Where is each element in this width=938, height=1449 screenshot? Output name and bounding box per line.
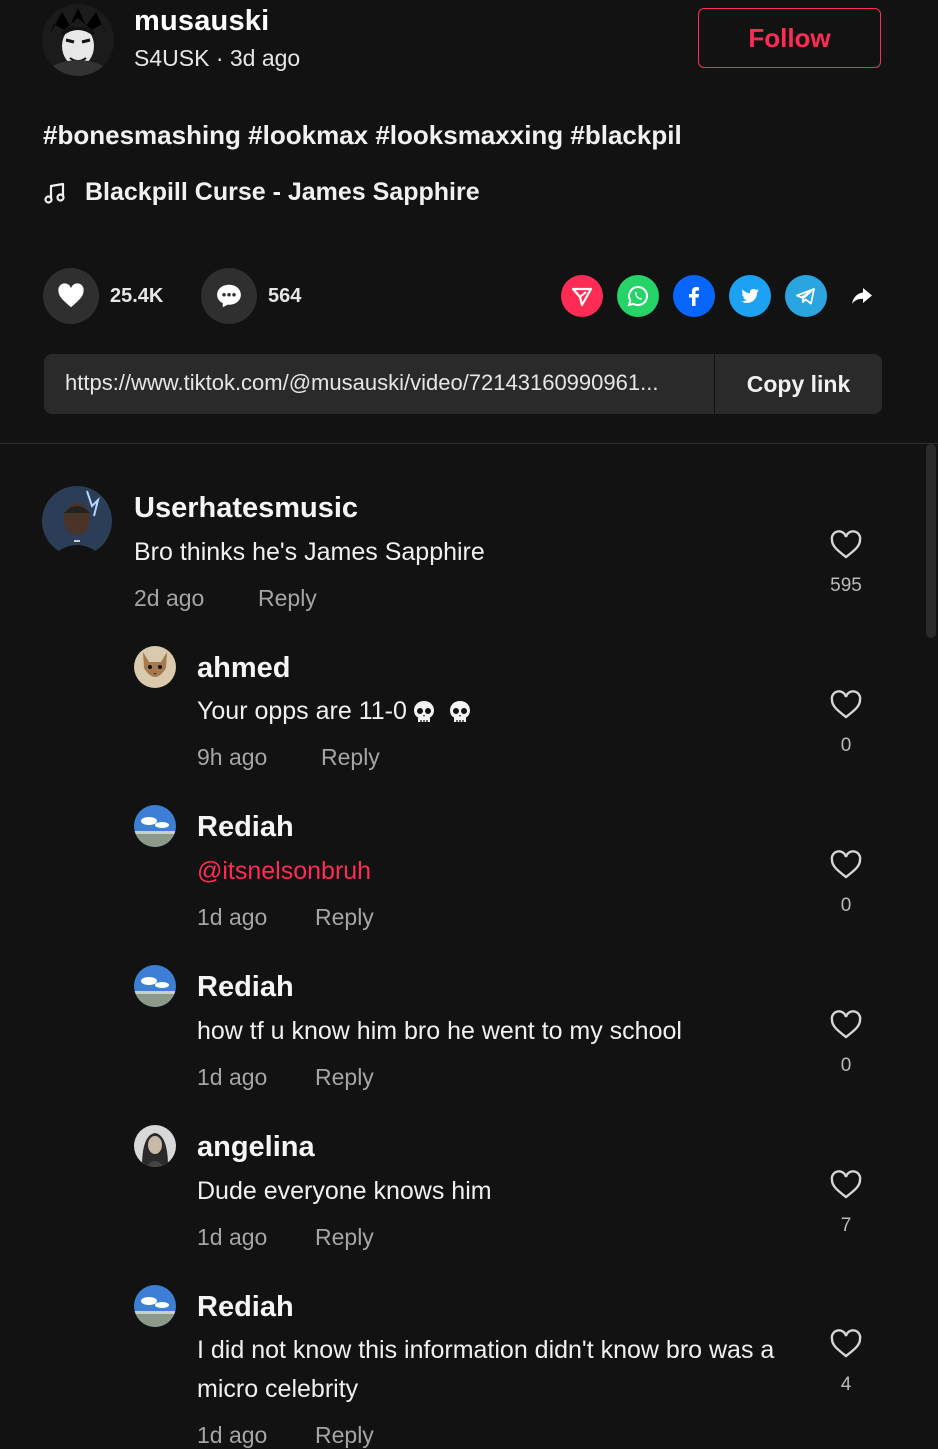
author-avatar[interactable]: [42, 4, 114, 76]
comment-username[interactable]: Userhatesmusic: [134, 492, 358, 525]
comment-button[interactable]: [201, 268, 257, 324]
reply-button[interactable]: Reply: [321, 744, 380, 771]
music-link[interactable]: Blackpill Curse - James Sapphire: [43, 178, 480, 207]
comment-like-count: 7: [840, 1215, 852, 1236]
comment-icon: [217, 284, 241, 308]
post-caption[interactable]: #bonesmashing #lookmax #looksmaxxing #bl…: [43, 120, 682, 151]
reply-button[interactable]: Reply: [315, 1422, 374, 1449]
comment-username[interactable]: Rediah: [197, 971, 294, 1004]
comment-username[interactable]: ahmed: [197, 652, 290, 685]
skull-emoji-icon: [449, 701, 470, 723]
comment-username[interactable]: Rediah: [197, 811, 294, 844]
comment-like-count: 0: [840, 735, 852, 756]
comment-username[interactable]: Rediah: [197, 1291, 294, 1324]
author-meta: S4USK · 3d ago: [134, 45, 301, 71]
comments-scrollbar[interactable]: [926, 444, 936, 638]
comment-username[interactable]: angelina: [197, 1131, 315, 1164]
skull-emoji-icon: [413, 701, 434, 723]
comment-avatar[interactable]: [134, 805, 176, 847]
music-title: Blackpill Curse - James Sapphire: [85, 178, 480, 206]
comment-time: 2d ago: [134, 585, 205, 611]
follow-button[interactable]: Follow: [698, 8, 881, 68]
comment-time: 1d ago: [197, 904, 268, 930]
heart-outline-icon[interactable]: [829, 689, 863, 721]
comment-mention[interactable]: @itsnelsonbruh: [197, 852, 371, 891]
heart-icon: [58, 283, 84, 308]
whatsapp-icon[interactable]: [617, 275, 659, 317]
comment-avatar[interactable]: [134, 1285, 176, 1327]
comment-avatar[interactable]: [134, 965, 176, 1007]
author-name[interactable]: musauski: [134, 5, 269, 38]
heart-outline-icon[interactable]: [829, 529, 863, 561]
comment-time: 9h ago: [197, 744, 268, 770]
copy-link-button[interactable]: Copy link: [715, 354, 882, 414]
video-link-url[interactable]: https://www.tiktok.com/@musauski/video/7…: [65, 370, 710, 396]
reply-button[interactable]: Reply: [258, 585, 317, 612]
like-button[interactable]: [43, 268, 99, 324]
comment-like-count: 0: [840, 895, 852, 916]
comment-like-count: 0: [840, 1055, 852, 1076]
comment-text: Your opps are 11-0: [197, 697, 407, 725]
heart-outline-icon[interactable]: [829, 1169, 863, 1201]
reply-button[interactable]: Reply: [315, 1224, 374, 1251]
comment-count: 564: [268, 285, 302, 307]
telegram-icon[interactable]: [785, 275, 827, 317]
like-count: 25.4K: [110, 285, 164, 307]
comment-text: I did not know this information didn't k…: [197, 1336, 775, 1403]
twitter-icon[interactable]: [729, 275, 771, 317]
heart-outline-icon[interactable]: [829, 849, 863, 881]
comment-text: Dude everyone knows him: [197, 1177, 492, 1205]
comment-text: Bro thinks he's James Sapphire: [134, 538, 485, 566]
share-arrow-icon[interactable]: [841, 275, 883, 317]
comment-text: how tf u know him bro he went to my scho…: [197, 1017, 682, 1045]
comment-like-count: 4: [840, 1374, 852, 1395]
comment-avatar[interactable]: [134, 1125, 176, 1167]
heart-outline-icon[interactable]: [829, 1328, 863, 1360]
heart-outline-icon[interactable]: [829, 1009, 863, 1041]
comment-time: 1d ago: [197, 1422, 268, 1448]
comment-avatar[interactable]: [134, 646, 176, 688]
comment-time: 1d ago: [197, 1224, 268, 1250]
section-divider: [0, 443, 938, 444]
comment-like-count: 595: [830, 575, 862, 596]
comment-text-row: Your opps are 11-0: [197, 692, 473, 731]
send-icon[interactable]: [561, 275, 603, 317]
comment-time: 1d ago: [197, 1064, 268, 1090]
music-note-icon: [44, 182, 65, 204]
comment-avatar[interactable]: [42, 486, 112, 556]
reply-button[interactable]: Reply: [315, 904, 374, 931]
reply-button[interactable]: Reply: [315, 1064, 374, 1091]
facebook-icon[interactable]: [673, 275, 715, 317]
